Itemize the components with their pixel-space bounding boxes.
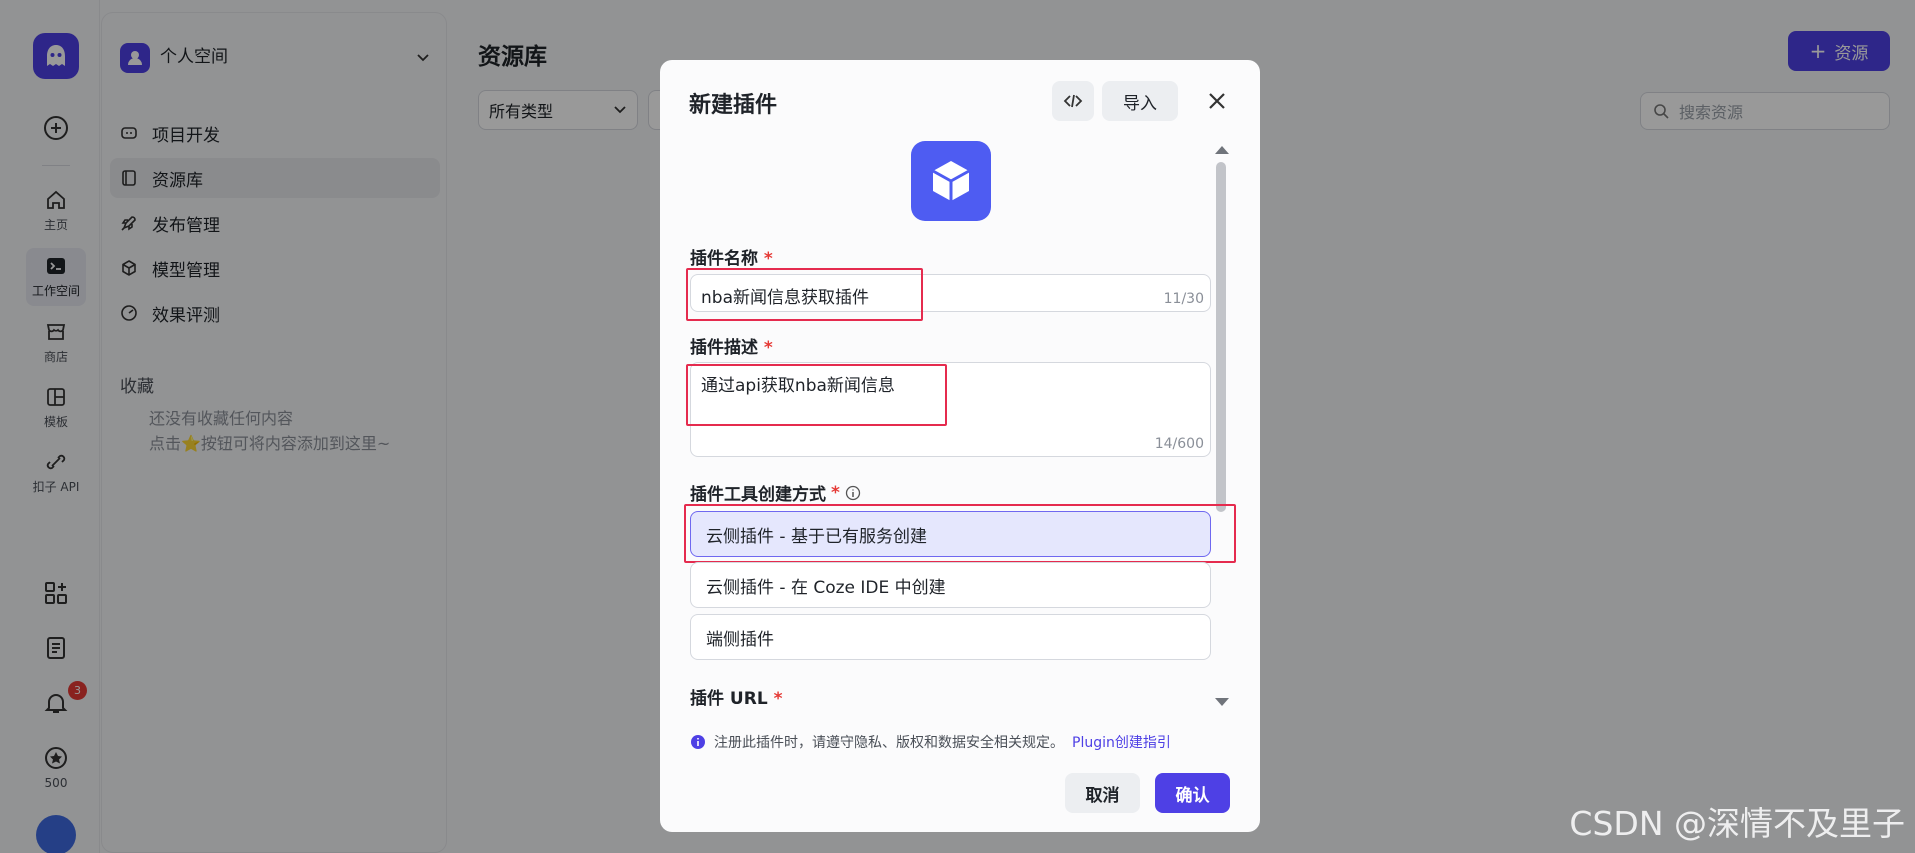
plugin-name-counter: 11/30 — [1163, 291, 1204, 307]
creation-method-label: 插件工具创建方式 * — [690, 480, 861, 505]
annotation-box — [684, 504, 1236, 563]
new-plugin-modal: 新建插件 导入 插件名称 * nba新闻信息获取插件 11/30 插件描述 * … — [660, 60, 1260, 832]
confirm-button[interactable]: 确认 — [1155, 773, 1230, 813]
code-button[interactable] — [1052, 81, 1094, 121]
code-icon — [1063, 94, 1083, 108]
option-cloud-ide[interactable]: 云侧插件 - 在 Coze IDE 中创建 — [690, 562, 1211, 608]
plugin-name-label: 插件名称 * — [690, 249, 773, 269]
annotation-box — [686, 364, 947, 426]
modal-title: 新建插件 — [689, 93, 778, 118]
import-button[interactable]: 导入 — [1102, 81, 1178, 121]
compliance-note-text: 注册此插件时，请遵守隐私、版权和数据安全相关规定。 — [714, 735, 1064, 751]
plugin-avatar[interactable] — [911, 141, 991, 221]
close-icon — [1209, 93, 1225, 109]
cancel-button[interactable]: 取消 — [1065, 773, 1140, 813]
plugin-guide-link[interactable]: Plugin创建指引 — [1072, 732, 1171, 752]
plugin-desc-counter: 14/600 — [1154, 436, 1204, 452]
compliance-note: 注册此插件时，请遵守隐私、版权和数据安全相关规定。 Plugin创建指引 — [690, 732, 1171, 752]
info-filled-icon — [691, 735, 705, 749]
watermark: CSDN @深情不及里子 — [1569, 804, 1905, 843]
close-button[interactable] — [1200, 84, 1234, 118]
plugin-url-label: 插件 URL * — [690, 689, 783, 709]
annotation-box — [686, 268, 923, 321]
scroll-up-arrow[interactable] — [1215, 146, 1229, 154]
scrollbar-thumb[interactable] — [1216, 162, 1226, 512]
cube-icon — [932, 161, 970, 201]
plugin-desc-label: 插件描述 * — [690, 338, 773, 358]
option-device[interactable]: 端侧插件 — [690, 614, 1211, 660]
scroll-down-arrow[interactable] — [1215, 698, 1229, 706]
info-icon[interactable] — [845, 485, 861, 501]
